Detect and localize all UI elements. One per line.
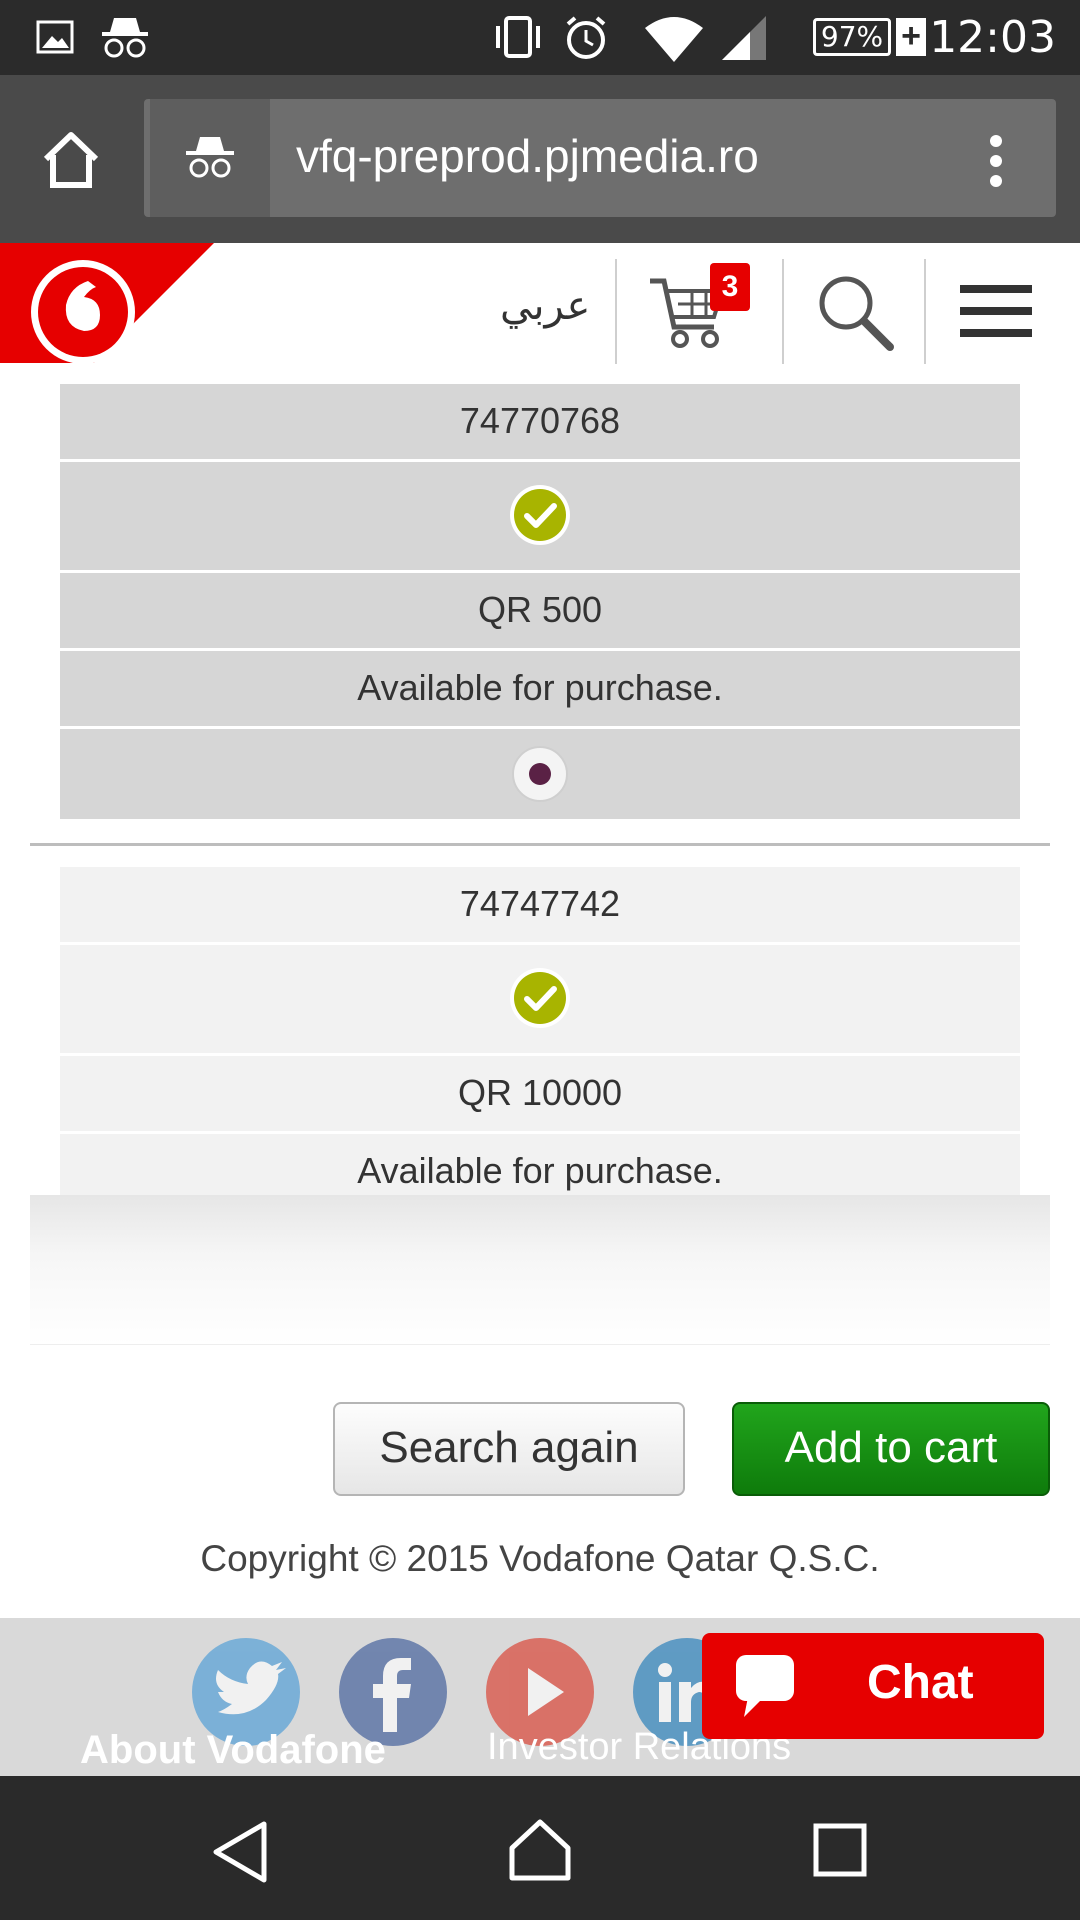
availability-cell [60, 462, 1020, 570]
price-cell: QR 500 [60, 573, 1020, 648]
check-icon [510, 485, 570, 545]
copyright-text: Copyright © 2015 Vodafone Qatar Q.S.C. [200, 1538, 880, 1579]
search-icon[interactable] [816, 273, 894, 351]
radio-button-selected[interactable] [511, 745, 569, 803]
chat-button[interactable]: Chat [702, 1633, 1044, 1739]
price-cell: QR 10000 [60, 1056, 1020, 1131]
price: QR 10000 [457, 1072, 623, 1113]
menu-icon[interactable] [958, 283, 1034, 339]
check-icon [510, 968, 570, 1028]
recents-icon[interactable] [812, 1822, 868, 1878]
back-icon[interactable] [210, 1820, 270, 1884]
incognito-icon [102, 18, 148, 58]
signal-icon [722, 16, 766, 60]
status-text: Available for purchase. [357, 667, 723, 708]
status-text: Available for purchase. [357, 1150, 723, 1191]
scroll-fade-overlay [30, 1195, 1050, 1345]
cart-count-badge[interactable]: 3 [710, 263, 750, 311]
browser-toolbar: vfq-preprod.pjmedia.ro [0, 75, 1080, 243]
address-bar[interactable]: vfq-preprod.pjmedia.ro [144, 99, 1056, 217]
clock: 12:03 [929, 12, 1056, 63]
vodafone-logo[interactable] [0, 243, 214, 363]
chat-bubble-icon [736, 1655, 794, 1717]
scroll-area-border [30, 1344, 1050, 1345]
alarm-icon [566, 16, 606, 59]
gallery-icon [36, 20, 74, 54]
header-divider [615, 259, 617, 364]
phone-number: 74770768 [459, 400, 621, 441]
battery-indicator: 97% [813, 18, 891, 56]
search-again-button[interactable]: Search again [333, 1402, 685, 1496]
status-bar: 97% + 12:03 [0, 0, 1080, 75]
status-cell: Available for purchase. [60, 1134, 1020, 1195]
home-nav-icon[interactable] [506, 1816, 574, 1884]
add-to-cart-button[interactable]: Add to cart [732, 1402, 1050, 1496]
battery-charging-icon: + [896, 18, 926, 56]
system-navigation-bar [0, 1776, 1080, 1920]
url-text[interactable]: vfq-preprod.pjmedia.ro [296, 129, 759, 183]
number-cell: 74770768 [60, 384, 1020, 459]
select-cell [60, 729, 1020, 819]
price: QR 500 [477, 589, 603, 630]
incognito-icon [186, 137, 234, 178]
about-vodafone-link[interactable]: About Vodafone [80, 1728, 386, 1773]
vibrate-icon [496, 16, 540, 58]
home-icon[interactable] [40, 131, 102, 189]
more-vert-icon[interactable] [986, 133, 1006, 189]
incognito-indicator [150, 99, 270, 217]
availability-cell [60, 945, 1020, 1053]
number-cell: 74747742 [60, 867, 1020, 942]
status-cell: Available for purchase. [60, 651, 1020, 726]
header-divider [924, 259, 926, 364]
phone-number: 74747742 [459, 883, 621, 924]
wifi-icon [645, 17, 703, 62]
language-switch-link[interactable]: عربي [500, 283, 590, 329]
site-header: عربي 3 [0, 243, 1080, 383]
result-divider [30, 843, 1050, 846]
header-divider [782, 259, 784, 364]
chat-label: Chat [867, 1656, 974, 1709]
